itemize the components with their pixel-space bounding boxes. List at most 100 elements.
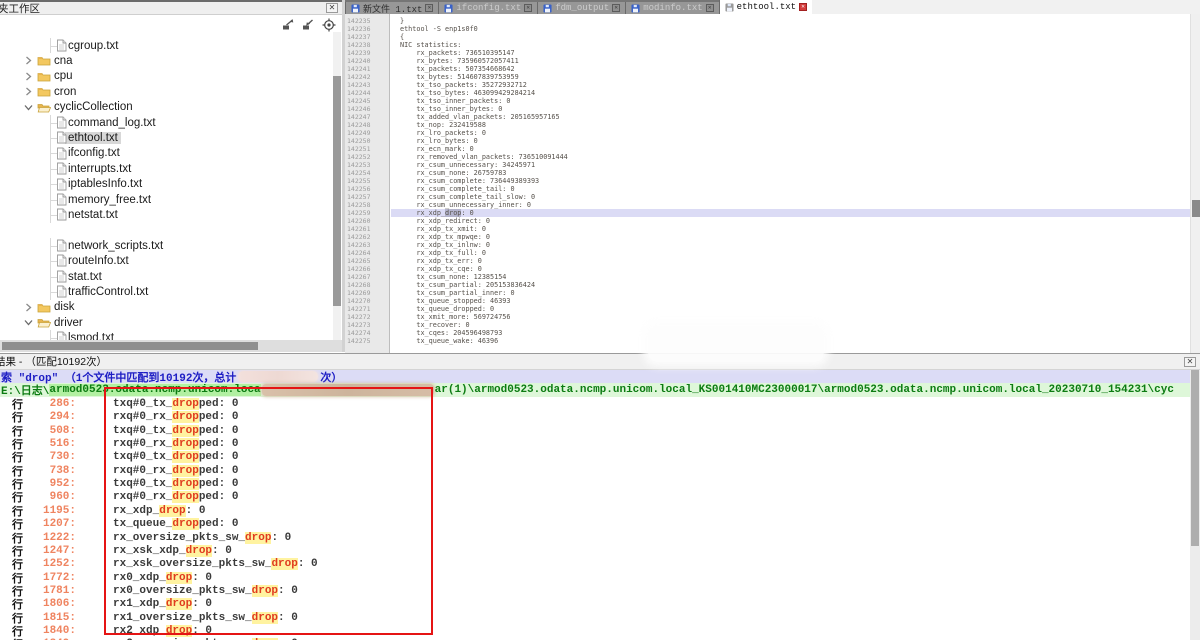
line-number: 142269 (345, 289, 389, 297)
workspace-close-icon[interactable]: ✕ (326, 3, 338, 13)
scrollbar-thumb[interactable] (1191, 370, 1199, 546)
tree-item-folder[interactable]: cyclicCollection (0, 100, 332, 115)
line-number: 142274 (345, 329, 389, 337)
tree-item-label: ifconfig.txt (68, 147, 120, 159)
tab-label: fdm_output (555, 3, 609, 13)
tree-item-label: interrupts.txt (68, 163, 131, 175)
tree-item-folder[interactable]: driver (0, 315, 332, 330)
tree-item-file[interactable]: iptablesInfo.txt (0, 177, 332, 192)
line-number: 142248 (345, 121, 389, 129)
editor-tab[interactable]: modinfo.txt✕ (625, 2, 718, 14)
folder-icon (37, 302, 51, 313)
export-window-icon[interactable] (282, 18, 295, 31)
scrollbar-thumb[interactable] (2, 342, 258, 350)
tree-item-file[interactable]: cgroup.txt (0, 38, 332, 53)
redaction-blur (648, 326, 824, 362)
chevron-down-icon[interactable] (23, 102, 34, 113)
code-line: } (391, 17, 1190, 25)
editor-tab[interactable]: ethtool.txt✕ (719, 0, 812, 14)
code-line: rx_csum_unnecessary_inner: 0 (391, 201, 1190, 209)
results-close-icon[interactable]: ✕ (1184, 357, 1196, 367)
code-line: rx_bytes: 735960572057411 (391, 57, 1190, 65)
folder-open-icon (37, 317, 51, 328)
import-window-icon[interactable] (302, 18, 315, 31)
tree-item-file[interactable]: command_log.txt (0, 115, 332, 130)
tree-item-file[interactable]: trafficControl.txt (0, 284, 332, 299)
line-number: 142253 (345, 161, 389, 169)
result-line-number: 960: (26, 491, 76, 503)
tree-item-folder[interactable]: cpu (0, 69, 332, 84)
tab-close-icon[interactable]: ✕ (706, 4, 714, 12)
line-number: 142237 (345, 33, 389, 41)
code-line: tx_xmit_more: 569724756 (391, 313, 1190, 321)
tree-item-label: cpu (54, 70, 73, 82)
editor-tab[interactable]: fdm_output✕ (537, 2, 625, 14)
tree-item-file[interactable]: interrupts.txt (0, 161, 332, 176)
code-line: rx_xdp_redirect: 0 (391, 217, 1190, 225)
chevron-down-icon[interactable] (23, 317, 34, 328)
code-line: tx_packets: 507354668642 (391, 65, 1190, 73)
tab-label: ethtool.txt (737, 2, 796, 12)
code-line: rx_packets: 736510395147 (391, 49, 1190, 57)
line-number: 142263 (345, 241, 389, 249)
file-icon (56, 254, 67, 267)
app-window: 夹工作区 ✕ (0, 0, 1200, 640)
chevron-right-icon[interactable] (23, 55, 34, 66)
scrollbar-thumb[interactable] (1192, 200, 1200, 217)
tree-item-file[interactable]: stat.txt (0, 269, 332, 284)
editor-tab[interactable]: ifconfig.txt✕ (438, 2, 537, 14)
line-number: 142254 (345, 169, 389, 177)
line-number: 142241 (345, 65, 389, 73)
editor-text-area[interactable]: 1422351422361422371422381422391422401422… (345, 14, 1200, 353)
tree-item-file[interactable]: lsmod.txt (0, 330, 332, 340)
code-line: tx_tso_bytes: 463099429284214 (391, 89, 1190, 97)
code-line: rx_csum_complete_tail: 0 (391, 185, 1190, 193)
workspace-vertical-scrollbar[interactable] (333, 32, 341, 340)
chevron-right-icon[interactable] (23, 86, 34, 97)
tree-item-file[interactable]: ifconfig.txt (0, 146, 332, 161)
tree-item-label: cyclicCollection (54, 101, 133, 113)
tree-item-file[interactable]: memory_free.txt (0, 192, 332, 207)
line-number: 142271 (345, 305, 389, 313)
code-line: rx_csum_complete: 736449389393 (391, 177, 1190, 185)
locate-file-icon[interactable] (322, 18, 336, 32)
file-icon (56, 116, 67, 129)
result-line-number: 1815: (26, 612, 76, 624)
row-label: 行 (12, 636, 26, 640)
tree-item-label: routeInfo.txt (68, 255, 129, 267)
chevron-right-icon[interactable] (23, 302, 34, 313)
code-line: tx_queue_dropped: 0 (391, 305, 1190, 313)
tab-close-icon[interactable]: ✕ (799, 3, 807, 11)
folder-icon (37, 71, 51, 82)
editor-vertical-scrollbar[interactable] (1190, 14, 1200, 353)
tree-item-folder[interactable]: disk (0, 300, 332, 315)
tab-close-icon[interactable]: ✕ (425, 4, 433, 12)
chevron-right-icon[interactable] (23, 71, 34, 82)
tree-item-label: trafficControl.txt (68, 286, 148, 298)
code-line: tx_tso_inner_packets: 0 (391, 97, 1190, 105)
line-number: 142235 (345, 17, 389, 25)
tree-item-file[interactable]: netstat.txt (0, 207, 332, 222)
tree-item-file[interactable]: ethtool.txt (0, 130, 332, 145)
result-line-number: 1247: (26, 545, 76, 557)
tree-item-folder[interactable]: cna (0, 53, 332, 68)
tab-close-icon[interactable]: ✕ (524, 4, 532, 12)
tree-item-folder[interactable]: cron (0, 84, 332, 99)
code-line: tx_bytes: 514607839753959 (391, 73, 1190, 81)
line-number-gutter: 1422351422361422371422381422391422401422… (345, 14, 390, 353)
tab-label: 新文件 1.txt (363, 2, 422, 15)
search-summary-row[interactable]: 索 "drop" （1个文件中匹配到10192次，总计 次） (0, 370, 1190, 383)
results-vertical-scrollbar[interactable] (1190, 370, 1200, 640)
workspace-title: 夹工作区 (0, 1, 40, 16)
line-number: 142260 (345, 217, 389, 225)
editor-tab[interactable]: 新文件 1.txt✕ (345, 2, 438, 14)
code-line: tx_nop: 232419588 (391, 121, 1190, 129)
tree-item-file[interactable]: network_scripts.txt (0, 238, 332, 253)
folder-icon (37, 86, 51, 97)
scrollbar-thumb[interactable] (333, 76, 341, 306)
workspace-horizontal-scrollbar[interactable] (0, 340, 342, 352)
tree-item-file[interactable]: routeInfo.txt (0, 253, 332, 268)
code-line: rx_xdp_tx_inlnw: 0 (391, 241, 1190, 249)
code-line: rx_xdp_tx_err: 0 (391, 257, 1190, 265)
tab-close-icon[interactable]: ✕ (612, 4, 620, 12)
